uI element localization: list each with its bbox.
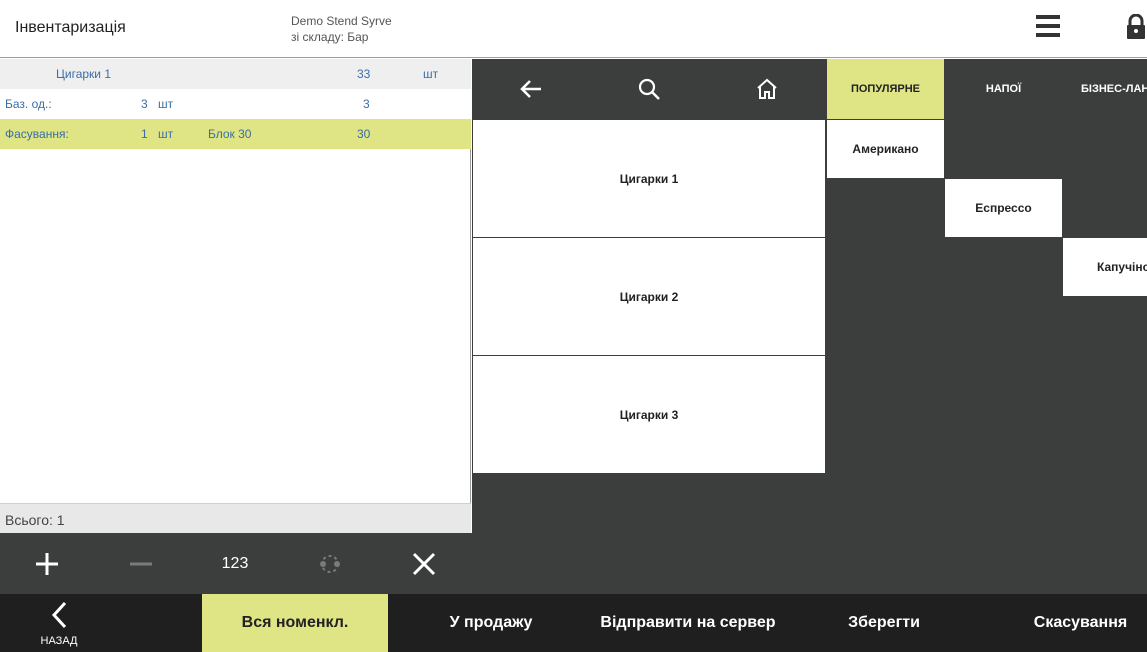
popular-item-espresso[interactable]: Еспрессо (945, 179, 1062, 237)
home-button[interactable] (708, 59, 826, 119)
home-icon (757, 78, 777, 99)
tab-popular[interactable]: ПОПУЛЯРНЕ (827, 59, 944, 119)
packaging-total: 30 (357, 127, 371, 141)
chevron-left-icon (51, 601, 67, 629)
tab-business-lunch[interactable]: БІЗНЕС-ЛАНЧ (1062, 59, 1147, 119)
bottom-action-bar: НАЗАД Вся номенкл. У продажу Відправити … (0, 594, 1147, 652)
popular-item-americano[interactable]: Американо (827, 120, 944, 178)
inventory-product-row[interactable]: Цигарки 1 33 шт (0, 59, 471, 89)
hamburger-menu-icon[interactable] (1036, 15, 1060, 39)
delete-button[interactable] (377, 533, 471, 594)
packaging-name: Блок 30 (208, 127, 252, 141)
inventory-list: Цигарки 1 33 шт Баз. од.: 3 шт 3 Фасуван… (0, 59, 471, 533)
arrow-left-icon (520, 80, 541, 98)
warehouse-label: зі складу: Бар (291, 30, 369, 44)
packaging-row[interactable]: Фасування: 1 шт Блок 30 30 (0, 119, 471, 149)
base-unit-label: Баз. од.: (5, 97, 52, 111)
lock-icon[interactable] (1125, 13, 1147, 40)
page-title: Інвентаризація (15, 19, 126, 36)
quantity-toolbar: 123 (0, 533, 472, 594)
minus-button[interactable] (94, 533, 188, 594)
product-tile-1[interactable]: Цигарки 1 (473, 120, 825, 237)
store-info: Demo Stend Syrve зі складу: Бар (291, 13, 392, 45)
plus-icon (36, 552, 58, 575)
base-unit-row[interactable]: Баз. од.: 3 шт 3 (0, 89, 471, 119)
for-sale-button[interactable]: У продажу (388, 594, 594, 652)
packaging-qty: 1 (141, 127, 148, 141)
base-unit-total: 3 (363, 97, 370, 111)
close-icon (412, 552, 436, 575)
save-button[interactable]: Зберегти (782, 594, 986, 652)
search-icon (638, 78, 660, 100)
packaging-unit: шт (158, 127, 174, 141)
cancel-button[interactable]: Скасування (1014, 594, 1147, 652)
send-to-server-button[interactable]: Відправити на сервер (594, 594, 782, 652)
base-unit-unit: шт (158, 97, 174, 111)
packaging-label: Фасування: (5, 127, 69, 141)
product-area: Цигарки 1 Цигарки 2 Цигарки 3 Американо … (472, 119, 1147, 594)
minus-icon (130, 562, 152, 565)
product-name: Цигарки 1 (56, 67, 112, 81)
search-button[interactable] (590, 59, 708, 119)
back-arrow-button[interactable] (472, 59, 590, 119)
org-name: Demo Stend Syrve (291, 14, 392, 28)
product-qty: 33 (357, 67, 371, 81)
app-header: Інвентаризація Demo Stend Syrve зі склад… (0, 0, 1147, 58)
tab-drinks[interactable]: НАПОЇ (945, 59, 1062, 119)
product-tile-2[interactable]: Цигарки 2 (473, 238, 825, 355)
back-label: НАЗАД (40, 635, 78, 647)
back-button[interactable]: НАЗАД (0, 594, 118, 652)
scale-button[interactable] (283, 533, 377, 594)
numpad-button[interactable]: 123 (188, 533, 282, 594)
popular-item-cappuccino[interactable]: Капучіно (1063, 238, 1147, 296)
base-unit-qty: 3 (141, 97, 148, 111)
all-items-button[interactable]: Вся номенкл. (202, 594, 388, 652)
product-unit: шт (423, 67, 439, 81)
total-count: Всього: 1 (0, 503, 471, 533)
scale-icon (320, 554, 340, 573)
category-nav: ПОПУЛЯРНЕ НАПОЇ БІЗНЕС-ЛАНЧ (472, 59, 1147, 119)
product-tile-3[interactable]: Цигарки 3 (473, 356, 825, 473)
plus-button[interactable] (0, 533, 94, 594)
